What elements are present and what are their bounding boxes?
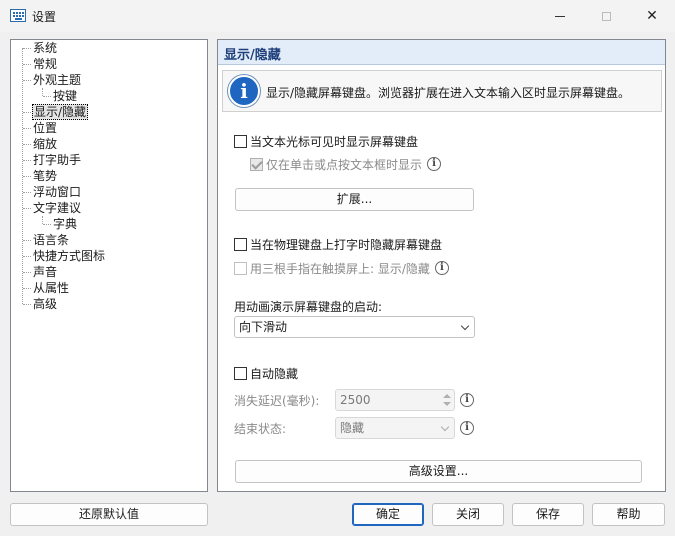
panel-title: 显示/隐藏	[224, 48, 281, 63]
info-text: 显示/隐藏屏幕键盘。浏览器扩展在进入文本输入区时显示屏幕键盘。	[266, 86, 631, 100]
advanced-settings-button[interactable]: 高级设置...	[235, 460, 642, 483]
delay-value: 2500	[340, 393, 371, 407]
tree-line	[23, 80, 31, 81]
tree-line	[42, 88, 43, 96]
three-finger-checkbox[interactable]: 用三根手指在触摸屏上: 显示/隐藏 i	[234, 260, 449, 276]
save-button[interactable]: 保存	[512, 503, 584, 526]
tree-item-gestures[interactable]: 笔势	[32, 168, 58, 184]
title-bar: 设置 ✕	[0, 0, 675, 32]
tree-line	[23, 208, 31, 209]
close-button[interactable]: 关闭	[432, 503, 504, 526]
tree-line	[43, 96, 51, 97]
tree-item-floating-window[interactable]: 浮动窗口	[32, 184, 82, 200]
chevron-down-icon	[440, 422, 450, 432]
animate-label: 用动画演示屏幕键盘的启动:	[234, 300, 383, 314]
close-window-button[interactable]: ✕	[629, 0, 675, 32]
keyboard-icon	[10, 9, 26, 22]
tree-line	[23, 128, 31, 129]
checkbox-box[interactable]	[234, 261, 247, 275]
info-small-icon[interactable]: i	[460, 421, 474, 435]
tree-item-shortcut-icon[interactable]: 快捷方式图标	[32, 248, 106, 264]
tree-item-language-bar[interactable]: 语言条	[32, 232, 70, 248]
info-small-icon[interactable]: i	[427, 157, 442, 171]
restore-defaults-button[interactable]: 还原默认值	[10, 503, 208, 526]
only-on-click-checkbox[interactable]: 仅在单击或点按文本框时显示 i	[250, 156, 442, 172]
tree-item-dictionary[interactable]: 字典	[52, 216, 78, 232]
tree-line	[23, 192, 31, 193]
hide-when-typing-checkbox[interactable]: 当在物理键盘上打字时隐藏屏幕键盘	[234, 236, 442, 252]
tree-item-slave-properties[interactable]: 从属性	[32, 280, 70, 296]
window-title: 设置	[32, 10, 57, 24]
end-state-select[interactable]: 隐藏	[335, 417, 455, 439]
tree-item-keys[interactable]: 按键	[52, 88, 78, 104]
tree-item-general[interactable]: 常规	[32, 56, 58, 72]
animate-value: 向下滑动	[239, 320, 288, 334]
tree-item-word-suggestions[interactable]: 文字建议	[32, 200, 82, 216]
tree-item-position[interactable]: 位置	[32, 120, 58, 136]
tree-item-appearance[interactable]: 外观主题	[32, 72, 82, 88]
tree-item-sound[interactable]: 声音	[32, 264, 58, 280]
animate-select[interactable]: 向下滑动	[234, 316, 475, 338]
close-icon: ✕	[646, 8, 658, 24]
tree-line	[43, 224, 51, 225]
checkbox-box[interactable]	[234, 366, 247, 380]
end-state-label: 结束状态:	[234, 422, 287, 436]
tree-item-show-hide[interactable]: 显示/隐藏	[32, 104, 89, 120]
checkbox-label: 用三根手指在触摸屏上: 显示/隐藏	[250, 261, 430, 276]
tree-line	[23, 160, 31, 161]
checkbox-box[interactable]	[234, 237, 247, 251]
spin-down-icon[interactable]	[443, 402, 451, 406]
tree-line	[23, 256, 31, 257]
delay-spinbox[interactable]: 2500	[335, 389, 455, 411]
show-when-caret-checkbox[interactable]: 当文本光标可见时显示屏幕键盘	[234, 133, 418, 149]
auto-hide-checkbox[interactable]: 自动隐藏	[234, 365, 298, 381]
extensions-button[interactable]: 扩展...	[235, 188, 474, 211]
tree-line	[23, 240, 31, 241]
checkbox-label: 当文本光标可见时显示屏幕键盘	[250, 134, 419, 149]
minimize-icon	[555, 15, 565, 17]
end-state-value: 隐藏	[340, 421, 365, 435]
tree-line	[23, 48, 31, 49]
checkbox-box[interactable]	[234, 134, 247, 148]
tree-item-typing-assistant[interactable]: 打字助手	[32, 152, 82, 168]
checkbox-box[interactable]	[250, 157, 263, 171]
panel-header: 显示/隐藏	[218, 40, 665, 65]
chevron-down-icon	[460, 321, 470, 331]
tree-line	[23, 64, 31, 65]
delay-label: 消失延迟(毫秒):	[234, 394, 320, 408]
tree-line	[23, 144, 31, 145]
tree-item-advanced[interactable]: 高级	[32, 296, 58, 312]
info-icon: i	[228, 75, 260, 107]
minimize-button[interactable]	[537, 0, 583, 32]
tree-line	[23, 272, 31, 273]
checkbox-label: 自动隐藏	[250, 366, 299, 381]
spin-up-icon[interactable]	[443, 394, 451, 398]
info-box: i 显示/隐藏屏幕键盘。浏览器扩展在进入文本输入区时显示屏幕键盘。	[222, 70, 662, 112]
settings-tree[interactable]: 系统 常规 外观主题 按键 显示/隐藏 位置 缩放 打字助手 笔势 浮动窗口 文…	[10, 39, 208, 492]
help-button[interactable]: 帮助	[592, 503, 665, 526]
tree-item-zoom[interactable]: 缩放	[32, 136, 58, 152]
info-small-icon[interactable]: i	[434, 261, 449, 275]
ok-button[interactable]: 确定	[352, 503, 424, 526]
tree-line	[23, 112, 31, 113]
checkbox-label: 当在物理键盘上打字时隐藏屏幕键盘	[250, 237, 443, 252]
tree-line	[23, 176, 31, 177]
maximize-button[interactable]	[583, 0, 629, 32]
settings-panel: 显示/隐藏 i 显示/隐藏屏幕键盘。浏览器扩展在进入文本输入区时显示屏幕键盘。 …	[217, 39, 666, 492]
checkbox-label: 仅在单击或点按文本框时显示	[266, 157, 423, 172]
tree-line	[23, 288, 31, 289]
tree-line	[42, 216, 43, 224]
info-small-icon[interactable]: i	[460, 393, 474, 407]
maximize-icon	[601, 11, 611, 21]
tree-line	[23, 304, 31, 305]
tree-item-system[interactable]: 系统	[32, 40, 58, 56]
